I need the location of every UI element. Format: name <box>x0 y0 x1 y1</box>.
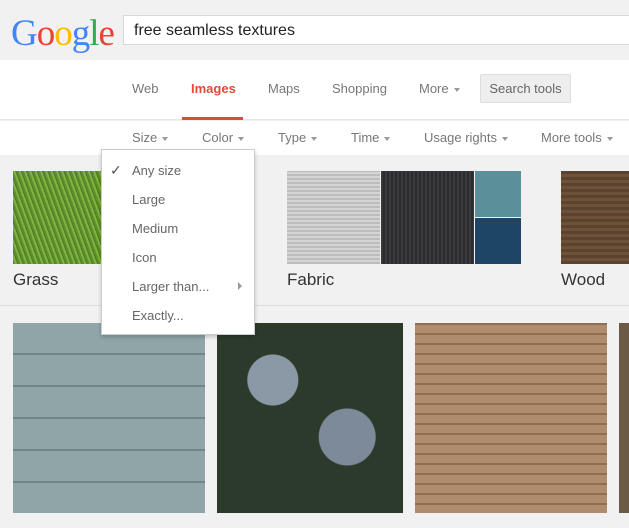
search-input[interactable]: free seamless textures <box>123 15 629 45</box>
tool-type[interactable]: Type <box>278 130 318 145</box>
menu-item-any-size[interactable]: Any size <box>132 163 181 178</box>
header: Google free seamless textures <box>0 0 629 60</box>
menu-item-exactly[interactable]: Exactly... <box>132 308 184 323</box>
fabric-teal-image[interactable] <box>475 171 521 217</box>
google-logo[interactable]: Google <box>11 12 115 55</box>
size-dropdown-menu: ✓ Any size Large Medium Icon Larger than… <box>101 149 255 335</box>
tool-more-tools[interactable]: More tools <box>541 130 613 145</box>
tools-bar: Size Color Type Time Usage rights More t… <box>0 121 629 155</box>
tool-label: Size <box>132 130 158 145</box>
result-image-wood-planks[interactable] <box>13 323 205 513</box>
tool-label: Time <box>351 130 380 145</box>
active-tab-indicator <box>182 117 243 120</box>
tool-label: Usage rights <box>424 130 497 145</box>
tab-more[interactable]: More <box>419 81 460 96</box>
tool-color[interactable]: Color <box>202 130 245 145</box>
tool-label: Type <box>278 130 307 145</box>
tab-maps[interactable]: Maps <box>268 81 300 96</box>
caret-down-icon <box>384 136 391 141</box>
search-tools-button[interactable]: Search tools <box>480 74 571 103</box>
category-fabric-label[interactable]: Fabric <box>287 270 334 290</box>
caret-down-icon <box>311 136 318 141</box>
tool-time[interactable]: Time <box>351 130 391 145</box>
caret-down-icon <box>501 136 508 141</box>
category-wood-label[interactable]: Wood <box>561 270 605 290</box>
caret-down-icon <box>162 136 169 141</box>
menu-item-icon[interactable]: Icon <box>132 250 157 265</box>
nav-bar: Web Images Maps Shopping More Search too… <box>0 60 629 120</box>
chevron-right-icon <box>238 282 242 290</box>
divider <box>0 305 629 306</box>
fabric-gray-image[interactable] <box>287 171 380 264</box>
tool-size[interactable]: Size <box>132 130 169 145</box>
tab-shopping[interactable]: Shopping <box>332 81 387 96</box>
result-image-partial[interactable] <box>619 323 629 513</box>
tab-web[interactable]: Web <box>132 81 159 96</box>
category-wood-image[interactable] <box>561 171 629 264</box>
tab-more-label: More <box>419 81 449 96</box>
tool-label: More tools <box>541 130 602 145</box>
tool-usage-rights[interactable]: Usage rights <box>424 130 508 145</box>
result-image-wood-floor[interactable] <box>415 323 607 513</box>
caret-down-icon <box>238 136 245 141</box>
tool-label: Color <box>202 130 234 145</box>
fabric-blue-image[interactable] <box>475 218 521 264</box>
menu-item-larger-than[interactable]: Larger than... <box>132 279 209 294</box>
category-grass-label[interactable]: Grass <box>13 270 58 290</box>
menu-item-large[interactable]: Large <box>132 192 165 207</box>
fabric-dark-image[interactable] <box>381 171 474 264</box>
checkmark-icon: ✓ <box>110 162 122 178</box>
result-image-stones[interactable] <box>217 323 403 513</box>
caret-down-icon <box>453 87 460 92</box>
caret-down-icon <box>606 136 613 141</box>
menu-item-medium[interactable]: Medium <box>132 221 178 236</box>
tab-images[interactable]: Images <box>191 81 236 96</box>
